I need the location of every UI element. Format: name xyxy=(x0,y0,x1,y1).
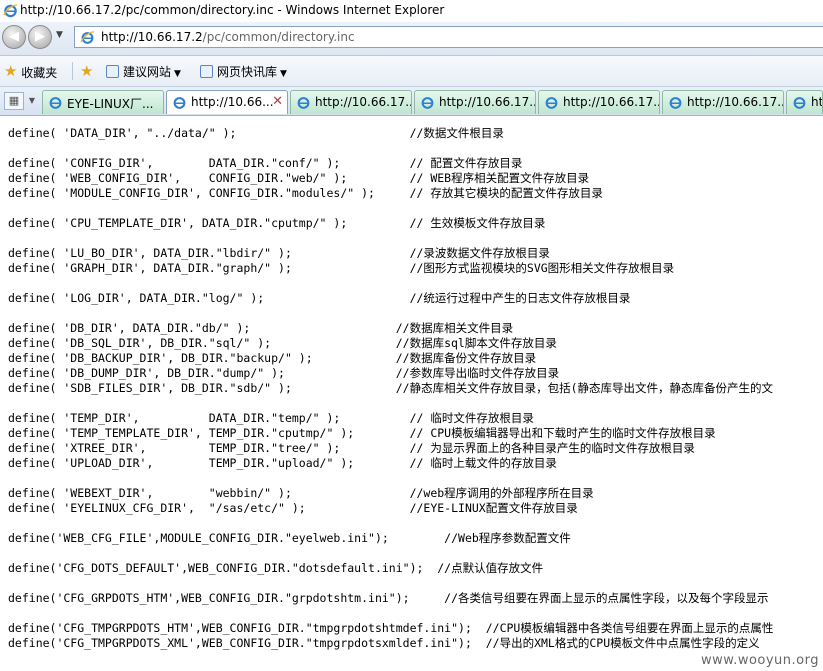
code-line: define('CFG_DOTS_DEFAULT',WEB_CONFIG_DIR… xyxy=(8,561,544,575)
add-favorite-star-icon: ★ xyxy=(80,62,94,80)
web-slice-icon xyxy=(200,65,213,78)
tab-page-icon xyxy=(173,97,186,109)
quick-tabs-icon[interactable]: ▦ xyxy=(4,92,24,110)
tab-page-icon xyxy=(49,97,62,109)
tab-5[interactable]: http://10.66.17... xyxy=(538,90,660,114)
tab-6[interactable]: http://10.66.17... xyxy=(662,90,784,114)
code-line: define( 'DATA_DIR', "../data/" ); //数据文件… xyxy=(8,126,504,140)
tab-label: http://10.66.17... xyxy=(563,95,660,109)
code-line: define( 'XTREE_DIR', TEMP_DIR."tree/" );… xyxy=(8,441,695,455)
url-host: http://10.66.17.2 xyxy=(101,30,203,44)
code-line: define( 'DB_DUMP_DIR', DB_DIR."dump/" );… xyxy=(8,366,560,380)
suggested-sites-button[interactable]: 建议网站 ▼ xyxy=(106,63,181,80)
address-bar[interactable]: http://10.66.17.2/pc/common/directory.in… xyxy=(74,26,823,48)
tab-bar: ▦ ▼ EYE-LINUX厂... http://10.66... ✕ http… xyxy=(0,87,823,116)
web-slice-label: 网页快讯库 xyxy=(217,65,278,79)
star-icon: ★ xyxy=(4,62,18,80)
ie-logo-icon xyxy=(3,4,18,18)
code-line: define('CFG_GRPDOTS_HTM',WEB_CONFIG_DIR.… xyxy=(8,591,769,605)
favorites-label: 收藏夹 xyxy=(21,66,58,80)
close-tab-icon[interactable]: ✕ xyxy=(272,94,283,109)
tab-2[interactable]: http://10.66... ✕ xyxy=(166,90,288,114)
suggested-sites-icon xyxy=(106,65,119,78)
navigation-bar: ◀ ▶ ▼ http://10.66.17.2/pc/common/direct… xyxy=(0,22,823,56)
tab-label: http://10.66... xyxy=(191,95,274,109)
code-line: define( 'CONFIG_DIR', DATA_DIR."conf/" )… xyxy=(8,156,523,170)
code-line: define( 'DB_DIR', DATA_DIR."db/" ); //数据… xyxy=(8,321,514,335)
code-line: define('WEB_CFG_FILE',MODULE_CONFIG_DIR.… xyxy=(8,531,571,545)
tab-label: http://10.66.17... xyxy=(687,95,784,109)
favorites-button[interactable]: ★ 收藏夹 xyxy=(4,62,58,80)
window-title: http://10.66.17.2/pc/common/directory.in… xyxy=(20,3,445,17)
tab-page-icon xyxy=(421,97,434,109)
title-bar: http://10.66.17.2/pc/common/directory.in… xyxy=(0,0,823,22)
chevron-down-icon: ▼ xyxy=(280,69,287,79)
code-line: define( 'TEMP_TEMPLATE_DIR', TEMP_DIR."c… xyxy=(8,426,716,440)
tab-list-icon[interactable]: ▼ xyxy=(26,92,38,110)
forward-arrow-icon: ▶ xyxy=(35,29,45,44)
tab-page-icon xyxy=(297,97,310,109)
code-line: define('CFG_TMPGRPDOTS_XML',WEB_CONFIG_D… xyxy=(8,636,760,650)
tab-4[interactable]: http://10.66.17... xyxy=(414,90,536,114)
code-line: define( 'LOG_DIR', DATA_DIR."log/" ); //… xyxy=(8,291,631,305)
watermark: www.wooyun.org xyxy=(700,653,819,668)
code-line: define( 'SDB_FILES_DIR', DB_DIR."sdb/" )… xyxy=(8,381,773,395)
suggested-sites-label: 建议网站 xyxy=(123,65,172,79)
tab-label: http://10.66.17... xyxy=(315,95,412,109)
code-line: define( 'DB_BACKUP_DIR', DB_DIR."backup/… xyxy=(8,351,537,365)
chevron-down-icon: ▼ xyxy=(174,69,181,79)
add-to-favorites-button[interactable]: ★ xyxy=(80,62,94,80)
code-line: define( 'CPU_TEMPLATE_DIR', DATA_DIR."cp… xyxy=(8,216,546,230)
code-line: define( 'WEB_CONFIG_DIR', CONFIG_DIR."we… xyxy=(8,171,590,185)
code-line: define( 'DB_SQL_DIR', DB_DIR."sql/" ); /… xyxy=(8,336,557,350)
address-url[interactable]: http://10.66.17.2/pc/common/directory.in… xyxy=(101,30,355,44)
code-line: define( 'MODULE_CONFIG_DIR', CONFIG_DIR.… xyxy=(8,186,603,200)
forward-button[interactable]: ▶ xyxy=(28,25,52,49)
back-arrow-icon: ◀ xyxy=(9,29,19,44)
page-content: define( 'DATA_DIR', "../data/" ); //数据文件… xyxy=(0,116,823,671)
code-line: define( 'GRAPH_DIR', DATA_DIR."graph/" )… xyxy=(8,261,675,275)
history-dropdown-icon[interactable]: ▼ xyxy=(56,30,63,40)
back-button[interactable]: ◀ xyxy=(2,25,26,49)
tab-7[interactable]: http://10 xyxy=(786,90,823,114)
code-line: define( 'LU_BO_DIR', DATA_DIR."lbdir/" )… xyxy=(8,246,550,260)
tab-3[interactable]: http://10.66.17... xyxy=(290,90,412,114)
favorites-bar: ★ 收藏夹 ★ 建议网站 ▼ 网页快讯库 ▼ xyxy=(0,56,823,87)
tab-page-icon xyxy=(793,97,806,109)
web-slice-gallery-button[interactable]: 网页快讯库 ▼ xyxy=(200,63,287,80)
tab-label: http://10.66.17... xyxy=(439,95,536,109)
code-line: define( 'EYELINUX_CFG_DIR', "/sas/etc/" … xyxy=(8,501,578,515)
url-path: /pc/common/directory.inc xyxy=(202,30,355,44)
code-line: define( 'WEBEXT_DIR', "webbin/" ); //web… xyxy=(8,486,594,500)
code-line: define( 'UPLOAD_DIR', TEMP_DIR."upload/"… xyxy=(8,456,557,470)
source-code: define( 'DATA_DIR', "../data/" ); //数据文件… xyxy=(8,126,773,651)
tab-1[interactable]: EYE-LINUX厂... xyxy=(42,90,164,114)
tab-label: EYE-LINUX厂... xyxy=(67,97,154,111)
tab-page-icon xyxy=(545,97,558,109)
code-line: define( 'TEMP_DIR', DATA_DIR."temp/" ); … xyxy=(8,411,534,425)
favorites-separator xyxy=(72,62,73,80)
code-line: define('CFG_TMPGRPDOTS_HTM',WEB_CONFIG_D… xyxy=(8,621,774,635)
tab-label: http://10 xyxy=(811,95,823,109)
tab-page-icon xyxy=(669,97,682,109)
page-icon xyxy=(80,31,95,44)
